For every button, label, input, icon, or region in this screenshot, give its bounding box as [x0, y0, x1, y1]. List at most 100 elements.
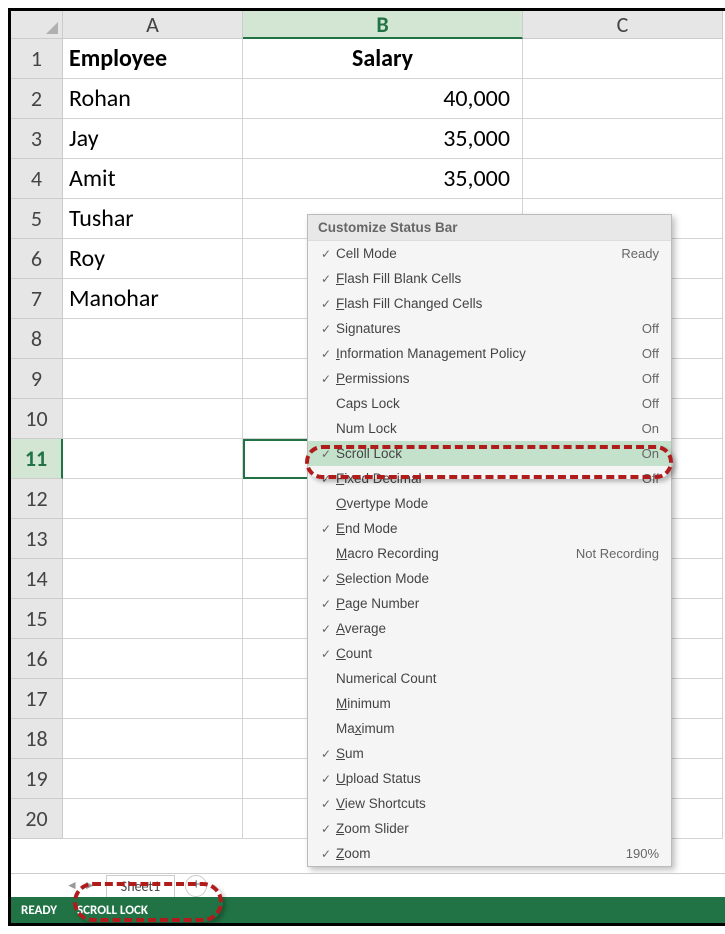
check-icon: ✓: [316, 447, 336, 461]
menu-item-view-shortcuts[interactable]: ✓View Shortcuts: [308, 791, 671, 816]
menu-item-value: On: [642, 421, 659, 436]
cell-A18[interactable]: [63, 719, 243, 759]
row-header-11[interactable]: 11: [11, 439, 63, 479]
menu-item-value: Off: [642, 321, 659, 336]
cell-C1[interactable]: [523, 39, 723, 79]
sheet-tab-strip: ◄► Sheet1 +: [11, 873, 725, 897]
cell-A12[interactable]: [63, 479, 243, 519]
menu-item-upload-status[interactable]: ✓Upload Status: [308, 766, 671, 791]
menu-item-value: Not Recording: [576, 546, 659, 561]
status-bar[interactable]: READY SCROLL LOCK: [11, 897, 725, 923]
cell-A3[interactable]: Jay: [63, 119, 243, 159]
cell-B3[interactable]: 35,000: [243, 119, 523, 159]
row-header-4[interactable]: 4: [11, 159, 63, 199]
menu-item-label: Information Management Policy: [336, 346, 642, 361]
col-header-b[interactable]: B: [243, 11, 523, 39]
cell-A2[interactable]: Rohan: [63, 79, 243, 119]
menu-item-caps-lock[interactable]: Caps LockOff: [308, 391, 671, 416]
menu-item-scroll-lock[interactable]: ✓Scroll LockOn: [308, 441, 671, 466]
cell-A4[interactable]: Amit: [63, 159, 243, 199]
cell-C2[interactable]: [523, 79, 723, 119]
row-header-17[interactable]: 17: [11, 679, 63, 719]
check-icon: ✓: [316, 772, 336, 786]
cell-A5[interactable]: Tushar: [63, 199, 243, 239]
row-header-14[interactable]: 14: [11, 559, 63, 599]
row-header-1[interactable]: 1: [11, 39, 63, 79]
row-header-16[interactable]: 16: [11, 639, 63, 679]
tab-nav-arrows[interactable]: ◄►: [66, 878, 96, 893]
menu-item-count[interactable]: ✓Count: [308, 641, 671, 666]
row-header-13[interactable]: 13: [11, 519, 63, 559]
cell-A17[interactable]: [63, 679, 243, 719]
menu-item-end-mode[interactable]: ✓End Mode: [308, 516, 671, 541]
menu-item-minimum[interactable]: Minimum: [308, 691, 671, 716]
check-icon: ✓: [316, 347, 336, 361]
cell-A1[interactable]: Employee: [63, 39, 243, 79]
menu-item-num-lock[interactable]: Num LockOn: [308, 416, 671, 441]
sheet-tab[interactable]: Sheet1: [106, 875, 175, 897]
row-header-9[interactable]: 9: [11, 359, 63, 399]
col-header-c[interactable]: C: [523, 11, 723, 39]
select-all-triangle[interactable]: [11, 11, 63, 39]
menu-item-zoom[interactable]: ✓Zoom190%: [308, 841, 671, 866]
cell-B2[interactable]: 40,000: [243, 79, 523, 119]
menu-item-information-management-policy[interactable]: ✓Information Management PolicyOff: [308, 341, 671, 366]
row-header-7[interactable]: 7: [11, 279, 63, 319]
menu-item-average[interactable]: ✓Average: [308, 616, 671, 641]
add-sheet-button[interactable]: +: [185, 875, 207, 897]
cell-A15[interactable]: [63, 599, 243, 639]
status-scroll-lock: SCROLL LOCK: [77, 903, 148, 918]
menu-item-overtype-mode[interactable]: Overtype Mode: [308, 491, 671, 516]
menu-item-label: Overtype Mode: [336, 496, 659, 511]
row-header-15[interactable]: 15: [11, 599, 63, 639]
cell-A6[interactable]: Roy: [63, 239, 243, 279]
cell-A13[interactable]: [63, 519, 243, 559]
menu-item-label: View Shortcuts: [336, 796, 659, 811]
cell-C3[interactable]: [523, 119, 723, 159]
menu-item-label: Zoom: [336, 846, 626, 861]
row-header-6[interactable]: 6: [11, 239, 63, 279]
cell-B1[interactable]: Salary: [243, 39, 523, 79]
check-icon: ✓: [316, 322, 336, 336]
cell-C4[interactable]: [523, 159, 723, 199]
menu-item-label: Numerical Count: [336, 671, 659, 686]
menu-item-value: Off: [642, 371, 659, 386]
menu-item-label: Selection Mode: [336, 571, 659, 586]
menu-item-cell-mode[interactable]: ✓Cell ModeReady: [308, 241, 671, 266]
row-header-2[interactable]: 2: [11, 79, 63, 119]
menu-item-label: Sum: [336, 746, 659, 761]
row-header-8[interactable]: 8: [11, 319, 63, 359]
menu-item-flash-fill-changed-cells[interactable]: ✓Flash Fill Changed Cells: [308, 291, 671, 316]
check-icon: ✓: [316, 572, 336, 586]
menu-item-flash-fill-blank-cells[interactable]: ✓Flash Fill Blank Cells: [308, 266, 671, 291]
cell-A8[interactable]: [63, 319, 243, 359]
cell-A16[interactable]: [63, 639, 243, 679]
cell-A11[interactable]: [63, 439, 243, 479]
menu-item-permissions[interactable]: ✓PermissionsOff: [308, 366, 671, 391]
cell-A20[interactable]: [63, 799, 243, 839]
cell-A19[interactable]: [63, 759, 243, 799]
menu-item-sum[interactable]: ✓Sum: [308, 741, 671, 766]
menu-item-macro-recording[interactable]: Macro RecordingNot Recording: [308, 541, 671, 566]
menu-item-signatures[interactable]: ✓SignaturesOff: [308, 316, 671, 341]
cell-A9[interactable]: [63, 359, 243, 399]
row-header-19[interactable]: 19: [11, 759, 63, 799]
cell-A10[interactable]: [63, 399, 243, 439]
menu-item-numerical-count[interactable]: Numerical Count: [308, 666, 671, 691]
cell-B4[interactable]: 35,000: [243, 159, 523, 199]
menu-item-maximum[interactable]: Maximum: [308, 716, 671, 741]
menu-item-zoom-slider[interactable]: ✓Zoom Slider: [308, 816, 671, 841]
menu-item-label: Scroll Lock: [336, 446, 642, 461]
menu-item-page-number[interactable]: ✓Page Number: [308, 591, 671, 616]
row-header-3[interactable]: 3: [11, 119, 63, 159]
row-header-18[interactable]: 18: [11, 719, 63, 759]
menu-item-selection-mode[interactable]: ✓Selection Mode: [308, 566, 671, 591]
row-header-12[interactable]: 12: [11, 479, 63, 519]
row-header-5[interactable]: 5: [11, 199, 63, 239]
col-header-a[interactable]: A: [63, 11, 243, 39]
cell-A14[interactable]: [63, 559, 243, 599]
menu-item-fixed-decimal[interactable]: ✓Fixed DecimalOff: [308, 466, 671, 491]
row-header-10[interactable]: 10: [11, 399, 63, 439]
cell-A7[interactable]: Manohar: [63, 279, 243, 319]
row-header-20[interactable]: 20: [11, 799, 63, 839]
